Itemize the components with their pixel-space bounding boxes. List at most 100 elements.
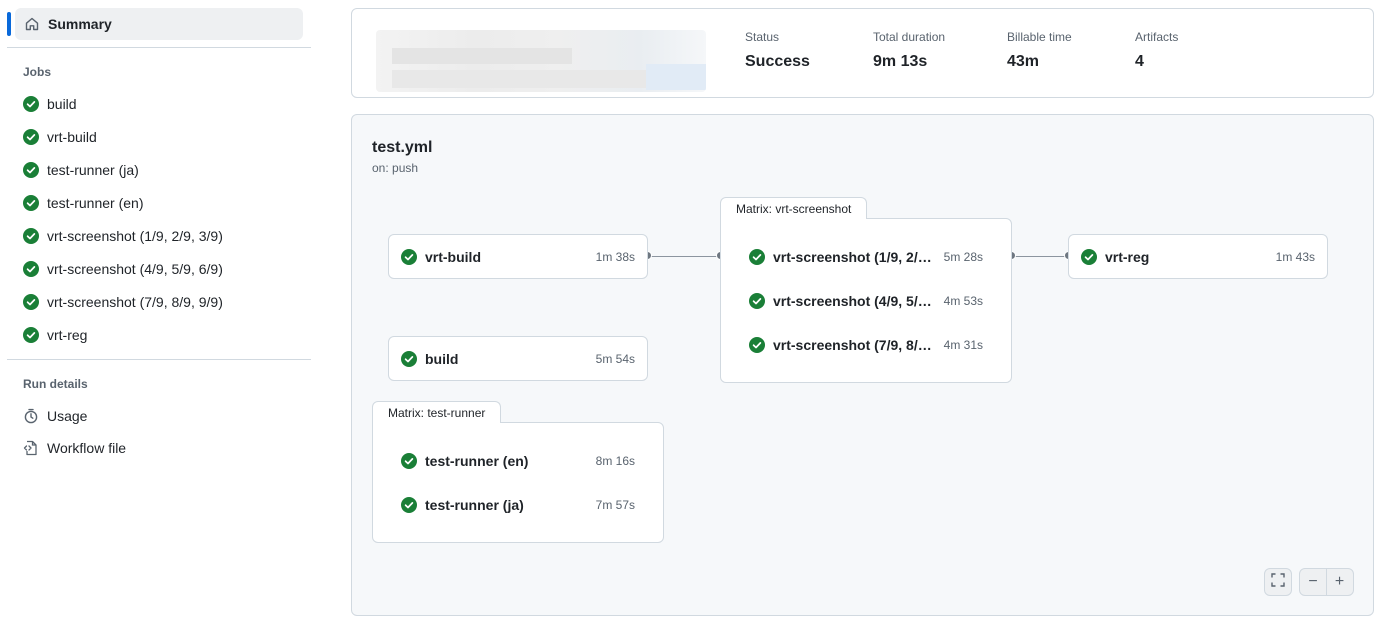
job-name: test-runner (en) [425, 453, 529, 469]
workflow-trigger: on: push [372, 161, 419, 175]
sidebar-job-label: build [47, 96, 77, 112]
check-circle-icon [749, 249, 765, 265]
check-circle-icon [401, 351, 417, 367]
matrix-job-vrt-screenshot-1[interactable]: vrt-screenshot (1/9, 2/9, 3/9) 5m 28s [721, 235, 1011, 279]
sidebar-usage[interactable]: Usage [23, 405, 87, 427]
job-node-build[interactable]: build 5m 54s [388, 336, 648, 381]
billable-value: 43m [1007, 53, 1040, 70]
matrix-job-vrt-screenshot-2[interactable]: vrt-screenshot (4/9, 5/9, 6/9) 4m 53s [721, 279, 1011, 323]
fullscreen-icon [1271, 572, 1285, 592]
fullscreen-button[interactable] [1264, 568, 1292, 596]
sidebar: Summary Jobs build vrt-build test-runner… [0, 0, 320, 624]
sidebar-job-vrt-reg[interactable]: vrt-reg [23, 324, 87, 346]
job-name: test-runner (ja) [425, 497, 524, 513]
job-name: vrt-screenshot (4/9, 5/9, 6/9) [773, 293, 936, 309]
job-duration: 1m 38s [595, 250, 635, 264]
job-name: vrt-screenshot (7/9, 8/9, 9/9) [773, 337, 936, 353]
connector-line [648, 256, 722, 257]
check-circle-icon [401, 453, 417, 469]
sidebar-job-vrt-screenshot-2[interactable]: vrt-screenshot (4/9, 5/9, 6/9) [23, 258, 223, 280]
status-label: Status [745, 30, 780, 44]
artifacts-label: Artifacts [1135, 30, 1179, 44]
matrix-vrt-screenshot-tab: Matrix: vrt-screenshot [720, 197, 868, 221]
duration-label: Total duration [873, 30, 946, 44]
check-circle-icon [23, 261, 39, 277]
blurred-commit-info [376, 30, 706, 92]
sidebar-job-vrt-build[interactable]: vrt-build [23, 126, 97, 148]
job-duration: 7m 57s [595, 498, 635, 512]
sidebar-job-vrt-screenshot-3[interactable]: vrt-screenshot (7/9, 8/9, 9/9) [23, 291, 223, 313]
artifacts-stat: Artifacts 4 [1135, 30, 1178, 71]
check-circle-icon [749, 337, 765, 353]
sidebar-job-label: test-runner (en) [47, 195, 144, 211]
stopwatch-icon [23, 408, 39, 424]
run-summary-card: Status Success Total duration 9m 13s Bil… [351, 8, 1374, 98]
job-name: vrt-screenshot (1/9, 2/9, 3/9) [773, 249, 936, 265]
sidebar-job-label: vrt-screenshot (1/9, 2/9, 3/9) [47, 228, 223, 244]
job-node-vrt-reg[interactable]: vrt-reg 1m 43s [1068, 234, 1328, 279]
job-duration: 4m 53s [943, 294, 983, 308]
job-name: build [425, 351, 459, 367]
workflow-graph: test.yml on: push vrt-build 1m 38s build… [351, 114, 1374, 616]
run-details-section-title: Run details [23, 377, 88, 391]
summary-nav-item[interactable]: Summary [15, 8, 303, 40]
check-circle-icon [23, 162, 39, 178]
divider [7, 359, 311, 360]
artifacts-value[interactable]: 4 [1135, 53, 1178, 71]
sidebar-job-test-runner-en[interactable]: test-runner (en) [23, 192, 143, 214]
status-value: Success [745, 53, 810, 70]
sidebar-job-label: vrt-build [47, 129, 97, 145]
check-circle-icon [23, 228, 39, 244]
matrix-job-test-runner-ja[interactable]: test-runner (ja) 7m 57s [373, 483, 663, 527]
job-duration: 5m 54s [595, 352, 635, 366]
job-duration: 1m 43s [1275, 250, 1315, 264]
check-circle-icon [1081, 249, 1097, 265]
matrix-vrt-screenshot-group: vrt-screenshot (1/9, 2/9, 3/9) 5m 28s vr… [720, 218, 1012, 383]
billable-stat: Billable time 43m [1007, 30, 1072, 71]
workflow-title: test.yml [372, 139, 433, 156]
check-circle-icon [23, 195, 39, 211]
job-duration: 8m 16s [595, 454, 635, 468]
matrix-job-test-runner-en[interactable]: test-runner (en) 8m 16s [373, 439, 663, 483]
duration-stat: Total duration 9m 13s [873, 30, 945, 71]
matrix-test-runner-group: test-runner (en) 8m 16s test-runner (ja)… [372, 422, 664, 543]
active-indicator [7, 12, 11, 36]
job-duration: 5m 28s [943, 250, 983, 264]
matrix-job-vrt-screenshot-3[interactable]: vrt-screenshot (7/9, 8/9, 9/9) 4m 31s [721, 323, 1011, 367]
jobs-section-title: Jobs [23, 65, 52, 79]
check-circle-icon [23, 327, 39, 343]
sidebar-job-label: vrt-reg [47, 327, 88, 343]
check-circle-icon [401, 497, 417, 513]
check-circle-icon [401, 249, 417, 265]
status-stat: Status Success [745, 30, 810, 71]
sidebar-job-label: vrt-screenshot (4/9, 5/9, 6/9) [47, 261, 223, 277]
home-icon [24, 16, 40, 32]
job-name: vrt-reg [1105, 249, 1150, 265]
sidebar-workflow-file-label: Workflow file [47, 440, 127, 456]
job-node-vrt-build[interactable]: vrt-build 1m 38s [388, 234, 648, 279]
zoom-out-button[interactable]: − [1300, 569, 1326, 595]
sidebar-workflow-file[interactable]: Workflow file [23, 437, 126, 459]
job-duration: 4m 31s [943, 338, 983, 352]
summary-label: Summary [48, 16, 112, 32]
check-circle-icon [23, 96, 39, 112]
billable-label: Billable time [1007, 30, 1072, 44]
zoom-in-button[interactable]: + [1326, 569, 1352, 595]
zoom-controls: − + [1299, 568, 1354, 596]
check-circle-icon [749, 293, 765, 309]
sidebar-job-build[interactable]: build [23, 93, 77, 115]
file-code-icon [23, 440, 39, 456]
sidebar-job-label: vrt-screenshot (7/9, 8/9, 9/9) [47, 294, 223, 310]
matrix-test-runner-tab: Matrix: test-runner [372, 401, 502, 425]
plus-icon: + [1334, 573, 1345, 590]
connector-line [1012, 256, 1070, 257]
check-circle-icon [23, 129, 39, 145]
sidebar-job-test-runner-ja[interactable]: test-runner (ja) [23, 159, 139, 181]
sidebar-usage-label: Usage [47, 408, 88, 424]
sidebar-job-label: test-runner (ja) [47, 162, 139, 178]
duration-value: 9m 13s [873, 53, 928, 70]
sidebar-job-vrt-screenshot-1[interactable]: vrt-screenshot (1/9, 2/9, 3/9) [23, 225, 223, 247]
minus-icon: − [1308, 573, 1318, 590]
check-circle-icon [23, 294, 39, 310]
divider [7, 47, 311, 48]
